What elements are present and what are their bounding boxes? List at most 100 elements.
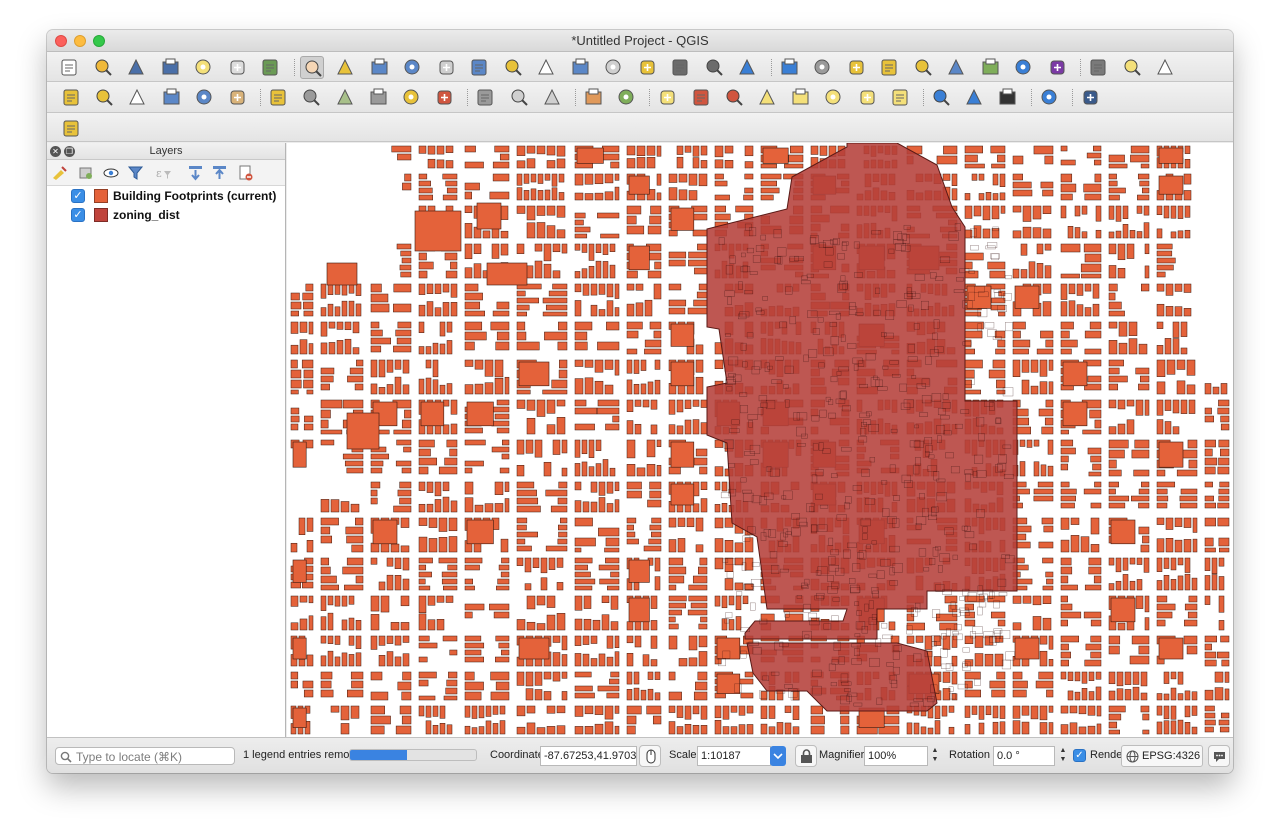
show-bookmarks-button[interactable] bbox=[668, 56, 692, 79]
add-feature-button[interactable] bbox=[333, 86, 357, 109]
statistical-summary-button[interactable] bbox=[1045, 56, 1069, 79]
pan-to-selection-button[interactable] bbox=[333, 56, 357, 79]
locator-search-input[interactable]: Type to locate (⌘K) bbox=[55, 747, 235, 765]
select-by-area-button[interactable] bbox=[877, 56, 901, 79]
coordinate-field[interactable]: -87.67253,41.97037 bbox=[540, 746, 637, 766]
open-layer-styling-icon[interactable] bbox=[51, 164, 69, 182]
rotation-stepper[interactable]: ▲ ▼ bbox=[1058, 746, 1068, 766]
refresh-button[interactable] bbox=[735, 56, 759, 79]
zoom-in-button[interactable] bbox=[367, 56, 391, 79]
text-annotation-button[interactable] bbox=[1153, 56, 1177, 79]
processing-toolbox-button[interactable] bbox=[1011, 56, 1035, 79]
building-footprint bbox=[643, 545, 662, 552]
new-project-button[interactable] bbox=[57, 56, 81, 79]
building-footprint bbox=[920, 726, 927, 735]
magnifier-stepper[interactable]: ▲ ▼ bbox=[930, 746, 940, 766]
pan-map-button[interactable] bbox=[299, 56, 324, 79]
save-as-button[interactable] bbox=[158, 56, 182, 79]
digitize-shape-button[interactable] bbox=[59, 117, 83, 140]
zoom-to-layer-button[interactable] bbox=[534, 56, 558, 79]
magnifier-field[interactable]: 100% bbox=[864, 746, 928, 766]
wfs-button[interactable] bbox=[962, 86, 986, 109]
rotate-label-button[interactable] bbox=[855, 86, 879, 109]
change-label-button[interactable] bbox=[888, 86, 912, 109]
close-panel-icon[interactable]: ✕ bbox=[50, 146, 61, 157]
zoom-last-button[interactable] bbox=[568, 56, 592, 79]
collapse-all-icon[interactable] bbox=[211, 164, 229, 182]
filter-legend-icon[interactable] bbox=[127, 164, 145, 182]
messages-button[interactable] bbox=[1208, 745, 1230, 767]
modify-attributes-button[interactable] bbox=[399, 86, 423, 109]
delete-selected-button[interactable] bbox=[432, 86, 456, 109]
attribute-table-button[interactable] bbox=[944, 56, 968, 79]
open-project-button[interactable] bbox=[91, 56, 115, 79]
show-hide-labels-button[interactable] bbox=[788, 86, 812, 109]
select-features-button[interactable] bbox=[844, 56, 868, 79]
wms-button[interactable] bbox=[929, 86, 953, 109]
copy-features-button[interactable] bbox=[507, 86, 531, 109]
undo-button[interactable] bbox=[581, 86, 605, 109]
metasearch-button[interactable] bbox=[995, 86, 1019, 109]
data-source-manager-button[interactable] bbox=[59, 86, 83, 109]
move-label-button[interactable] bbox=[821, 86, 845, 109]
paste-features-button[interactable] bbox=[540, 86, 564, 109]
measure-line-button[interactable] bbox=[1086, 56, 1110, 79]
render-checkbox[interactable]: ✓ bbox=[1073, 749, 1086, 762]
vertex-tool-button[interactable] bbox=[366, 86, 390, 109]
layer-row-zoning-dist[interactable]: ✓ zoning_dist bbox=[47, 206, 285, 225]
scale-combo[interactable]: 1:10187 bbox=[697, 746, 771, 766]
layer-labeling-button[interactable] bbox=[655, 86, 679, 109]
new-shapefile-button[interactable] bbox=[159, 86, 183, 109]
layer-diagram-button[interactable] bbox=[689, 86, 713, 109]
lock-scale-button[interactable] bbox=[795, 745, 817, 767]
minimize-window-button[interactable] bbox=[74, 35, 86, 47]
float-panel-icon[interactable]: ❐ bbox=[64, 146, 75, 157]
map-tips-button[interactable] bbox=[1120, 56, 1144, 79]
field-calculator-button[interactable] bbox=[978, 56, 1002, 79]
add-group-icon[interactable] bbox=[77, 164, 95, 182]
scale-dropdown-button[interactable] bbox=[770, 746, 786, 766]
save-project-button[interactable] bbox=[124, 56, 148, 79]
python-console-button[interactable] bbox=[1037, 86, 1061, 109]
layer-row-building-footprints[interactable]: ✓ Building Footprints (current) bbox=[47, 187, 285, 206]
zoom-native-button[interactable] bbox=[434, 56, 458, 79]
zoom-full-button[interactable] bbox=[467, 56, 491, 79]
crs-button[interactable]: EPSG:4326 bbox=[1121, 745, 1203, 767]
layout-manager-button[interactable] bbox=[225, 56, 249, 79]
deselect-button[interactable] bbox=[911, 56, 935, 79]
current-edits-button[interactable] bbox=[225, 86, 249, 109]
style-manager-button[interactable] bbox=[258, 56, 282, 79]
identify-button[interactable] bbox=[777, 56, 801, 79]
building-footprint bbox=[1108, 488, 1116, 495]
layer-visibility-checkbox[interactable]: ✓ bbox=[71, 208, 85, 222]
new-temporary-layer-button[interactable] bbox=[192, 86, 216, 109]
new-bookmark-button[interactable] bbox=[635, 56, 659, 79]
expand-all-icon[interactable] bbox=[187, 164, 205, 182]
building-footprint bbox=[1217, 502, 1230, 509]
filter-by-expression-icon[interactable]: ε bbox=[155, 164, 173, 182]
zoom-out-button[interactable] bbox=[400, 56, 424, 79]
highlight-pinned-labels-button[interactable] bbox=[722, 86, 746, 109]
layer-visibility-checkbox[interactable]: ✓ bbox=[71, 189, 85, 203]
help-button[interactable] bbox=[1078, 86, 1102, 109]
toggle-editing-button[interactable] bbox=[266, 86, 290, 109]
run-action-button[interactable] bbox=[810, 56, 834, 79]
digitize-vertex-button[interactable] bbox=[125, 86, 149, 109]
rotation-field[interactable]: 0.0 ° bbox=[993, 746, 1055, 766]
remove-layer-icon[interactable] bbox=[237, 164, 255, 182]
cut-features-button[interactable] bbox=[473, 86, 497, 109]
redo-button[interactable] bbox=[614, 86, 638, 109]
map-canvas[interactable] bbox=[287, 143, 1233, 737]
zoom-to-selection-button[interactable] bbox=[501, 56, 525, 79]
toggle-extents-button[interactable] bbox=[639, 745, 661, 767]
building-footprint bbox=[516, 497, 539, 505]
close-window-button[interactable] bbox=[55, 35, 67, 47]
new-map-view-button[interactable] bbox=[702, 56, 726, 79]
new-geopackage-layer-button[interactable] bbox=[92, 86, 116, 109]
zoom-next-button[interactable] bbox=[601, 56, 625, 79]
maximize-window-button[interactable] bbox=[93, 35, 105, 47]
manage-map-themes-icon[interactable] bbox=[103, 164, 121, 182]
new-print-layout-button[interactable] bbox=[191, 56, 215, 79]
pin-labels-button[interactable] bbox=[755, 86, 779, 109]
save-layer-edits-button[interactable] bbox=[299, 86, 323, 109]
